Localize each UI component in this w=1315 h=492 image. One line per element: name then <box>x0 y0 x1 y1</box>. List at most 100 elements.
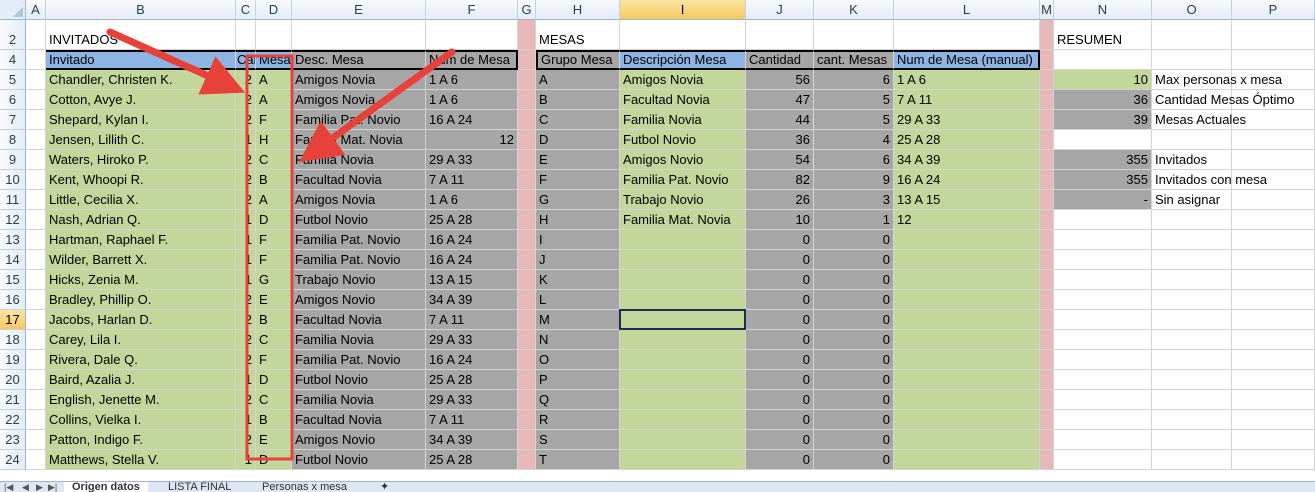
cell-a14[interactable] <box>26 250 46 270</box>
mesa-descripcion[interactable] <box>620 390 746 410</box>
mesa-grupo[interactable]: E <box>536 150 620 170</box>
guest-num-mesa[interactable]: 16 A 24 <box>426 230 518 250</box>
sheet-tab-personas-x-mesa[interactable]: Personas x mesa <box>254 482 355 492</box>
cell-n24[interactable] <box>1054 450 1152 470</box>
mesa-cantidad[interactable]: 44 <box>746 110 814 130</box>
mesa-cant-mesas[interactable]: 0 <box>814 390 894 410</box>
mesa-num-manual[interactable] <box>894 310 1040 330</box>
mesa-cant-mesas[interactable]: 0 <box>814 330 894 350</box>
mesa-descripcion[interactable]: Familia Mat. Novia <box>620 210 746 230</box>
cell-m17[interactable] <box>1040 310 1054 330</box>
cell-g22[interactable] <box>518 410 536 430</box>
guest-mesa[interactable]: C <box>256 150 292 170</box>
cell-p2[interactable] <box>1232 20 1315 50</box>
guest-name[interactable]: Shepard, Kylan I. <box>46 110 236 130</box>
mesa-num-manual[interactable] <box>894 330 1040 350</box>
guest-mesa[interactable]: E <box>256 290 292 310</box>
cell-m11[interactable] <box>1040 190 1054 210</box>
spreadsheet-grid[interactable]: ABCDEFGHIJKLMNOP 2 4 5 6 7 8 9 10 11 12 13 14 15 16 17… <box>0 0 1315 481</box>
cell-e2[interactable] <box>292 20 426 50</box>
mesa-cantidad[interactable]: 0 <box>746 290 814 310</box>
cell-g11[interactable] <box>518 190 536 210</box>
guest-desc-mesa[interactable]: Amigos Novia <box>292 70 426 90</box>
mesa-cantidad[interactable]: 0 <box>746 270 814 290</box>
cell-m23[interactable] <box>1040 430 1054 450</box>
guest-cant[interactable]: 1 <box>236 450 256 470</box>
cell-g10[interactable] <box>518 170 536 190</box>
mesa-cantidad[interactable]: 0 <box>746 410 814 430</box>
mesa-num-manual[interactable]: 7 A 11 <box>894 90 1040 110</box>
cell-m22[interactable] <box>1040 410 1054 430</box>
mesa-cant-mesas[interactable]: 4 <box>814 130 894 150</box>
mesa-cant-mesas[interactable]: 6 <box>814 70 894 90</box>
column-header-f[interactable]: F <box>426 0 518 20</box>
cell-m9[interactable] <box>1040 150 1054 170</box>
guest-cant[interactable]: 1 <box>236 130 256 150</box>
column-header-e[interactable]: E <box>292 0 426 20</box>
mesa-grupo[interactable]: L <box>536 290 620 310</box>
resumen-value[interactable]: 355 <box>1054 170 1152 190</box>
cell-a12[interactable] <box>26 210 46 230</box>
mesa-num-manual[interactable] <box>894 390 1040 410</box>
guest-mesa[interactable]: B <box>256 410 292 430</box>
guest-desc-mesa[interactable]: Familia Novia <box>292 390 426 410</box>
cell-o14[interactable] <box>1152 250 1232 270</box>
guest-cant[interactable]: 2 <box>236 170 256 190</box>
guest-desc-mesa[interactable]: Futbol Novio <box>292 450 426 470</box>
cell-g13[interactable] <box>518 230 536 250</box>
cell-g19[interactable] <box>518 350 536 370</box>
cell-a19[interactable] <box>26 350 46 370</box>
guest-num-mesa[interactable]: 1 A 6 <box>426 70 518 90</box>
cell-a22[interactable] <box>26 410 46 430</box>
mesa-cantidad[interactable]: 10 <box>746 210 814 230</box>
cell-g6[interactable] <box>518 90 536 110</box>
guest-desc-mesa[interactable]: Facultad Novia <box>292 410 426 430</box>
guest-mesa[interactable]: G <box>256 270 292 290</box>
mesa-descripcion[interactable] <box>620 270 746 290</box>
header-cant[interactable]: Cant <box>236 50 256 70</box>
row-header-12[interactable]: 12 <box>0 210 26 230</box>
guest-mesa[interactable]: F <box>256 350 292 370</box>
mesa-num-manual[interactable] <box>894 230 1040 250</box>
cell-m19[interactable] <box>1040 350 1054 370</box>
mesa-cantidad[interactable]: 36 <box>746 130 814 150</box>
guest-name[interactable]: Baird, Azalia J. <box>46 370 236 390</box>
mesa-grupo[interactable]: Q <box>536 390 620 410</box>
cell-p19[interactable] <box>1232 350 1315 370</box>
resumen-label[interactable]: Invitados con mesa <box>1152 170 1267 190</box>
mesa-descripcion[interactable] <box>620 230 746 250</box>
guest-cant[interactable]: 1 <box>236 230 256 250</box>
cell-p22[interactable] <box>1232 410 1315 430</box>
resumen-value[interactable]: 10 <box>1054 70 1152 90</box>
cell-o24[interactable] <box>1152 450 1232 470</box>
guest-cant[interactable]: 2 <box>236 70 256 90</box>
guest-cant[interactable]: 2 <box>236 350 256 370</box>
guest-name[interactable]: Jensen, Lillith C. <box>46 130 236 150</box>
column-header-d[interactable]: D <box>256 0 292 20</box>
cell-n14[interactable] <box>1054 250 1152 270</box>
cell-p4[interactable] <box>1232 50 1315 70</box>
mesa-cantidad[interactable]: 0 <box>746 430 814 450</box>
cell-m20[interactable] <box>1040 370 1054 390</box>
guest-mesa[interactable]: F <box>256 110 292 130</box>
guest-desc-mesa[interactable]: Familia Pat. Novio <box>292 350 426 370</box>
mesa-num-manual[interactable]: 13 A 15 <box>894 190 1040 210</box>
mesa-num-manual[interactable]: 29 A 33 <box>894 110 1040 130</box>
cell-g17[interactable] <box>518 310 536 330</box>
cell-p21[interactable] <box>1232 390 1315 410</box>
cell-a24[interactable] <box>26 450 46 470</box>
column-header-i[interactable]: I <box>620 0 746 20</box>
mesa-grupo[interactable]: F <box>536 170 620 190</box>
row-header-7[interactable]: 7 <box>0 110 26 130</box>
cell-n16[interactable] <box>1054 290 1152 310</box>
cell-g20[interactable] <box>518 370 536 390</box>
cell-g16[interactable] <box>518 290 536 310</box>
mesa-cantidad[interactable]: 0 <box>746 350 814 370</box>
mesa-descripcion[interactable] <box>620 290 746 310</box>
cell-o8[interactable] <box>1152 130 1232 150</box>
mesa-cantidad[interactable]: 56 <box>746 70 814 90</box>
resumen-label[interactable]: Sin asignar <box>1152 190 1232 210</box>
guest-mesa[interactable]: F <box>256 230 292 250</box>
guest-desc-mesa[interactable]: Familia Pat. Novio <box>292 230 426 250</box>
cell-g5[interactable] <box>518 70 536 90</box>
